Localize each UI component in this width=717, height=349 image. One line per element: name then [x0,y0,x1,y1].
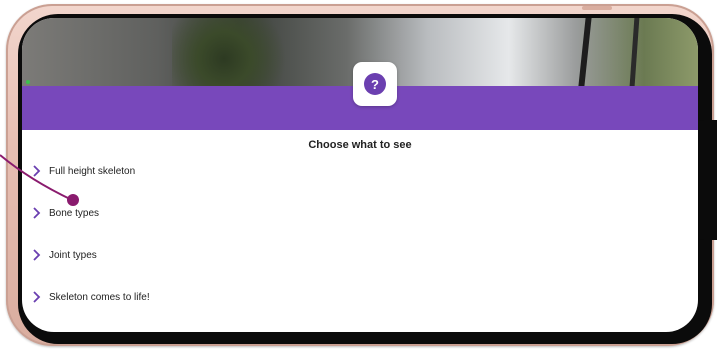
page-title: Choose what to see [308,139,412,151]
chevron-right-icon [32,165,41,177]
list-item-label: Joint types [49,250,97,261]
list-item-bone-types[interactable]: Bone types [32,207,632,250]
list-item-label: Skeleton comes to life! [49,292,150,303]
app-screen: ? Choose what to see Full height skeleto… [22,18,698,332]
phone-side-button [582,6,612,10]
chevron-right-icon [32,207,41,219]
list-item-joint-types[interactable]: Joint types [32,249,632,292]
question-icon: ? [364,73,386,95]
options-list: Full height skeleton Bone types Joint ty… [32,165,632,332]
camera-tree [172,18,302,86]
camera-window-frame [578,18,592,86]
help-button[interactable]: ? [353,62,397,106]
chevron-right-icon [32,291,41,303]
list-item-skeleton-comes-to-life[interactable]: Skeleton comes to life! [32,291,632,332]
camera-window-frame-2 [629,18,640,86]
list-item-label: Full height skeleton [49,166,136,177]
status-dot [26,80,30,84]
list-item-label: Bone types [49,208,100,219]
chevron-right-icon [32,249,41,261]
list-item-full-height-skeleton[interactable]: Full height skeleton [32,165,632,208]
